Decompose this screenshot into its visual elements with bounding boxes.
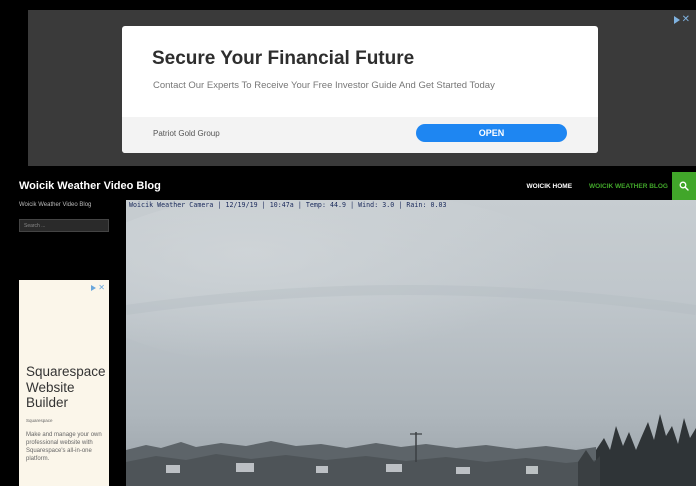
camera-caption: Woicik Weather Camera | 12/19/19 | 10:47… <box>129 201 447 209</box>
site-header: Woicik Weather Video Blog WOICIK HOME WO… <box>0 172 696 200</box>
main-nav: WOICIK HOME WOICIK WEATHER BLOG <box>510 172 668 200</box>
ad-title[interactable]: Secure Your Financial Future <box>152 48 414 70</box>
sidebar: Woicik Weather Video Blog ✕ Squarespace … <box>0 200 126 486</box>
sidebar-ad[interactable]: ✕ Squarespace Website Builder Squarespac… <box>19 280 109 486</box>
top-ad-banner: ✕ Secure Your Financial Future Contact O… <box>0 0 696 170</box>
ad-subtitle: Contact Our Experts To Receive Your Free… <box>153 80 495 91</box>
header-search-button[interactable] <box>672 172 696 200</box>
camera-scene <box>126 200 696 486</box>
sidebar-ad-text: Make and manage your own professional we… <box>26 432 102 462</box>
ad-brand: Patriot Gold Group <box>153 129 220 138</box>
ad-footer: Patriot Gold Group OPEN <box>122 117 598 153</box>
sidebar-search-input[interactable] <box>19 219 109 232</box>
adchoices-badge[interactable]: ✕ <box>673 14 690 25</box>
adchoices-icon <box>91 284 97 291</box>
sidebar-ad-title[interactable]: Squarespace Website Builder <box>26 364 106 411</box>
adchoices-icon <box>673 15 680 24</box>
top-ad-container: ✕ Secure Your Financial Future Contact O… <box>28 10 696 166</box>
close-ad-icon[interactable]: ✕ <box>682 14 690 25</box>
close-ad-icon[interactable]: ✕ <box>98 283 105 292</box>
sidebar-adchoices-badge[interactable]: ✕ <box>91 283 105 292</box>
nav-item-woicik-weather-blog[interactable]: WOICIK WEATHER BLOG <box>589 183 668 190</box>
site-title[interactable]: Woicik Weather Video Blog <box>19 180 161 192</box>
search-icon <box>679 181 689 191</box>
site-description: Woicik Weather Video Blog <box>19 202 92 208</box>
weather-camera-image: Woicik Weather Camera | 12/19/19 | 10:47… <box>126 200 696 486</box>
ad-card[interactable]: Secure Your Financial Future Contact Our… <box>122 26 598 153</box>
sidebar-ad-brand: Squarespace <box>26 418 53 423</box>
ad-open-button[interactable]: OPEN <box>416 124 567 142</box>
nav-item-woicik-home[interactable]: WOICIK HOME <box>527 183 573 190</box>
